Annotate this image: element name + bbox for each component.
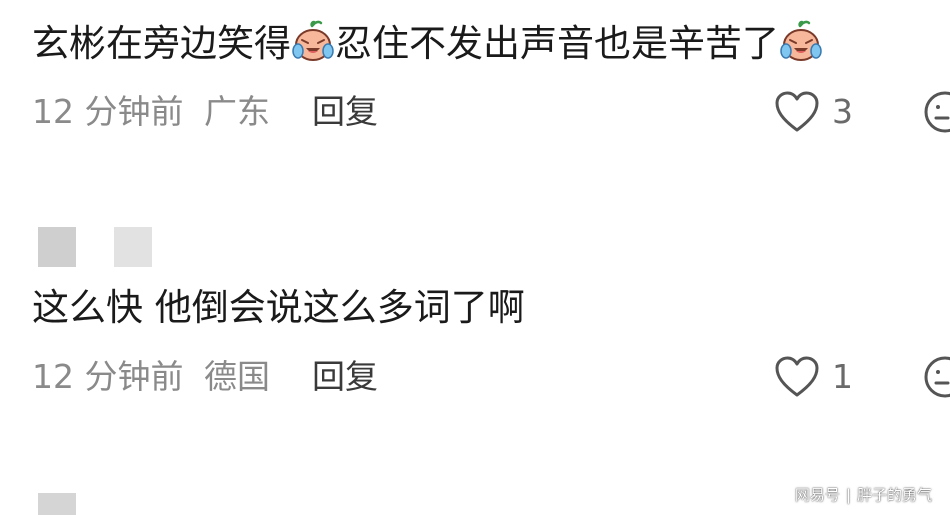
laugh-cry-icon — [292, 20, 334, 61]
like-count: 3 — [832, 92, 853, 131]
heart-icon — [775, 356, 819, 397]
watermark-separator: | — [845, 486, 851, 504]
avatar-block — [38, 227, 76, 267]
comment-time: 12 分钟前 — [32, 357, 184, 396]
watermark-brand: 网易号 — [794, 486, 840, 504]
watermark-author: 胖子的勇气 — [856, 486, 932, 504]
comment-location: 广东 — [204, 92, 270, 131]
like-button[interactable]: 1 — [774, 355, 864, 399]
laugh-cry-icon — [780, 20, 822, 61]
like-button[interactable]: 3 — [774, 90, 864, 134]
avatar — [38, 493, 76, 515]
avatar — [38, 227, 152, 267]
comment-text-part: 忍住不发出声音也是辛苦了 — [335, 22, 779, 65]
comment-text: 玄彬在旁边笑得 忍住不发出声音也是辛苦了 — [32, 20, 823, 66]
reply-button[interactable]: 回复 — [312, 355, 378, 399]
comment-meta: 12 分钟前 广东 回复 3 — [32, 90, 950, 134]
comment-meta: 12 分钟前 德国 回复 1 — [32, 355, 950, 399]
heart-icon — [775, 91, 819, 132]
like-count: 1 — [832, 357, 853, 396]
reply-button[interactable]: 回复 — [312, 90, 378, 134]
watermark: 网易号 | 胖子的勇气 — [795, 485, 932, 505]
comment-text: 这么快 他倒会说这么多词了啊 — [32, 286, 525, 329]
comment-location: 德国 — [204, 357, 270, 396]
comment-text-part: 玄彬在旁边笑得 — [32, 22, 291, 65]
comment-time: 12 分钟前 — [32, 92, 184, 131]
emoji-reaction-icon[interactable] — [922, 91, 950, 133]
avatar-block — [114, 227, 152, 267]
emoji-reaction-icon[interactable] — [922, 356, 950, 398]
